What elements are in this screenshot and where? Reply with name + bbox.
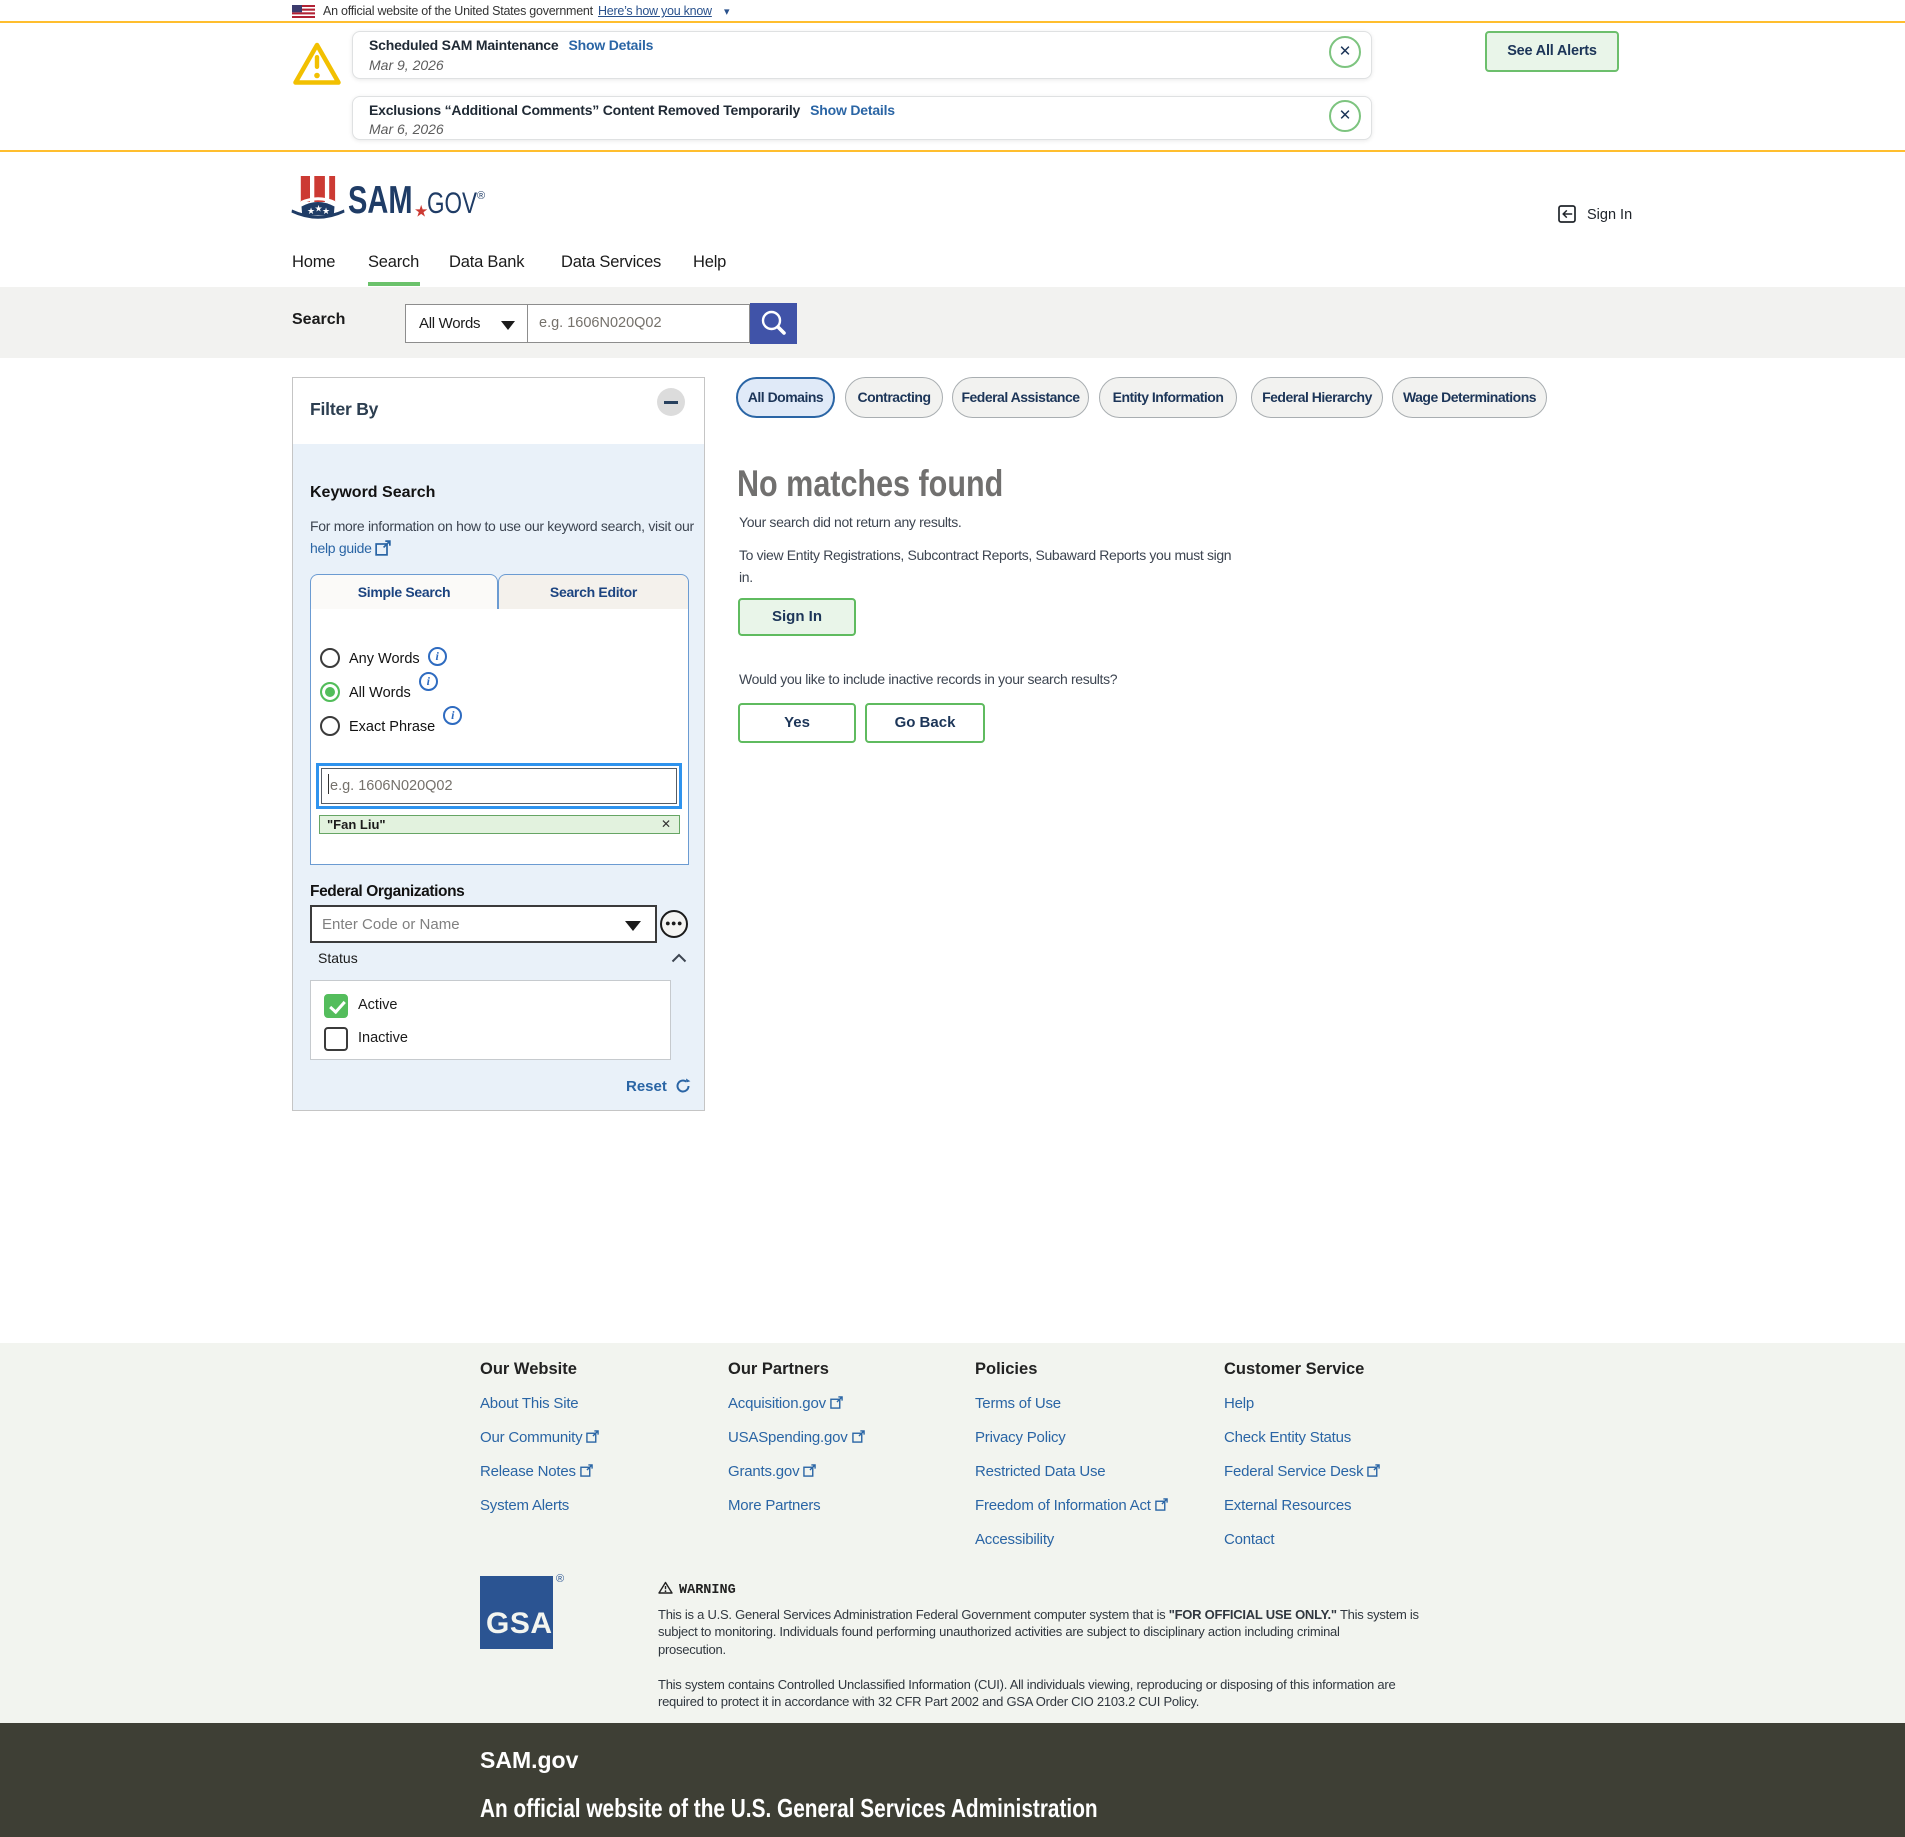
svg-text:GOV: GOV: [427, 187, 477, 220]
svg-text:SAM: SAM: [348, 179, 413, 222]
svg-text:®: ®: [477, 190, 485, 202]
svg-text:★: ★: [322, 206, 330, 216]
